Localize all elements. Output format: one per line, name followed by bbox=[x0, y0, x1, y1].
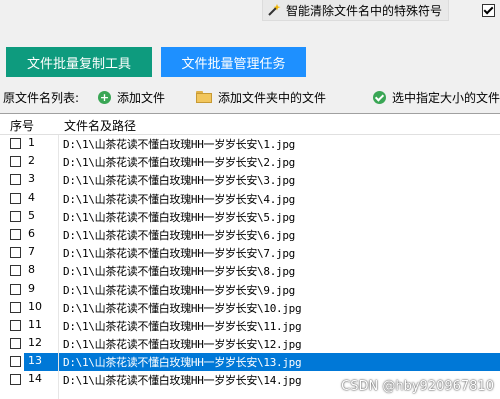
file-copy-tool-button[interactable]: 文件批量复制工具 bbox=[6, 47, 152, 77]
row-checkbox[interactable] bbox=[10, 356, 21, 368]
row-index: 11 bbox=[28, 317, 42, 331]
file-manage-task-button[interactable]: 文件批量管理任务 bbox=[161, 47, 306, 77]
table-row[interactable]: 2 D:\1\山茶花读不懂白玫瑰HH一岁岁长安\2.jpg bbox=[0, 153, 500, 171]
row-index: 8 bbox=[28, 263, 35, 277]
row-checkbox[interactable] bbox=[10, 156, 21, 168]
table-header: 序号 文件名及路径 bbox=[0, 114, 500, 135]
table-row[interactable]: 8 D:\1\山茶花读不懂白玫瑰HH一岁岁长安\8.jpg bbox=[0, 262, 500, 280]
select-by-size-button[interactable]: 选中指定大小的文件 bbox=[373, 88, 500, 106]
table-row[interactable]: 10 D:\1\山茶花读不懂白玫瑰HH一岁岁长安\10.jpg bbox=[0, 299, 500, 317]
row-path: D:\1\山茶花读不懂白玫瑰HH一岁岁长安\9.jpg bbox=[63, 283, 295, 297]
row-index: 3 bbox=[28, 172, 35, 186]
row-index: 9 bbox=[28, 281, 35, 295]
row-path: D:\1\山茶花读不懂白玫瑰HH一岁岁长安\12.jpg bbox=[63, 338, 302, 352]
row-path: D:\1\山茶花读不懂白玫瑰HH一岁岁长安\6.jpg bbox=[63, 228, 295, 242]
table-row[interactable]: 12 D:\1\山茶花读不懂白玫瑰HH一岁岁长安\12.jpg bbox=[0, 335, 500, 353]
row-path: D:\1\山茶花读不懂白玫瑰HH一岁岁长安\14.jpg bbox=[63, 374, 302, 388]
row-index: 1 bbox=[28, 136, 35, 149]
row-path: D:\1\山茶花读不懂白玫瑰HH一岁岁长安\8.jpg bbox=[63, 265, 295, 279]
row-checkbox[interactable] bbox=[10, 228, 21, 240]
row-index: 7 bbox=[28, 245, 35, 259]
smart-clean-checkbox[interactable] bbox=[482, 4, 495, 17]
row-checkbox[interactable] bbox=[10, 265, 21, 277]
add-folder-label: 添加文件夹中的文件 bbox=[218, 90, 327, 105]
check-circle-icon bbox=[373, 90, 386, 104]
row-index: 10 bbox=[28, 299, 42, 313]
row-index: 2 bbox=[28, 154, 35, 168]
smart-clean-option[interactable]: 智能清除文件名中的特殊符号 bbox=[262, 0, 450, 21]
smart-clean-label: 智能清除文件名中的特殊符号 bbox=[286, 3, 443, 18]
row-checkbox[interactable] bbox=[10, 319, 21, 331]
row-path: D:\1\山茶花读不懂白玫瑰HH一岁岁长安\1.jpg bbox=[63, 138, 295, 151]
file-list-table[interactable]: 序号 文件名及路径 1 D:\1\山茶花读不懂白玫瑰HH一岁岁长安\1.jpg 2 D… bbox=[0, 113, 500, 399]
row-checkbox[interactable] bbox=[10, 374, 21, 386]
select-by-size-label: 选中指定大小的文件 bbox=[392, 90, 500, 105]
row-path: D:\1\山茶花读不懂白玫瑰HH一岁岁长安\10.jpg bbox=[63, 301, 302, 315]
row-checkbox[interactable] bbox=[10, 174, 21, 186]
row-path: D:\1\山茶花读不懂白玫瑰HH一岁岁长安\3.jpg bbox=[63, 174, 295, 188]
row-path: D:\1\山茶花读不懂白玫瑰HH一岁岁长安\7.jpg bbox=[63, 247, 295, 261]
header-index[interactable]: 序号 bbox=[10, 117, 34, 134]
table-row[interactable]: 11 D:\1\山茶花读不懂白玫瑰HH一岁岁长安\11.jpg bbox=[0, 317, 500, 335]
table-row[interactable]: 13 D:\1\山茶花读不懂白玫瑰HH一岁岁长安\13.jpg bbox=[0, 353, 500, 372]
row-index: 13 bbox=[28, 354, 42, 368]
row-index: 4 bbox=[28, 190, 35, 204]
table-row[interactable]: 3 D:\1\山茶花读不懂白玫瑰HH一岁岁长安\3.jpg bbox=[0, 171, 500, 189]
add-file-label: 添加文件 bbox=[117, 90, 166, 105]
row-checkbox[interactable] bbox=[10, 192, 21, 204]
magic-wand-icon bbox=[268, 4, 281, 16]
row-checkbox[interactable] bbox=[10, 338, 21, 350]
table-rows: 1 D:\1\山茶花读不懂白玫瑰HH一岁岁长安\1.jpg 2 D:\1\山茶花读不懂… bbox=[0, 135, 500, 390]
table-row[interactable]: 7 D:\1\山茶花读不懂白玫瑰HH一岁岁长安\7.jpg bbox=[0, 244, 500, 262]
row-checkbox[interactable] bbox=[10, 247, 21, 259]
folder-icon bbox=[196, 90, 212, 104]
table-row[interactable]: 9 D:\1\山茶花读不懂白玫瑰HH一岁岁长安\9.jpg bbox=[0, 281, 500, 299]
add-folder-button[interactable]: 添加文件夹中的文件 bbox=[196, 88, 326, 106]
row-checkbox[interactable] bbox=[10, 210, 21, 222]
row-path: D:\1\山茶花读不懂白玫瑰HH一岁岁长安\5.jpg bbox=[63, 210, 295, 224]
row-checkbox[interactable] bbox=[10, 283, 21, 295]
row-checkbox[interactable] bbox=[10, 301, 21, 313]
row-index: 12 bbox=[28, 336, 42, 350]
row-path: D:\1\山茶花读不懂白玫瑰HH一岁岁长安\2.jpg bbox=[63, 156, 295, 170]
row-index: 6 bbox=[28, 226, 35, 240]
file-list-label: 原文件名列表: bbox=[3, 90, 80, 105]
row-index: 14 bbox=[28, 372, 42, 386]
row-checkbox[interactable] bbox=[10, 138, 21, 149]
row-path: D:\1\山茶花读不懂白玫瑰HH一岁岁长安\4.jpg bbox=[63, 192, 295, 206]
row-path: D:\1\山茶花读不懂白玫瑰HH一岁岁长安\13.jpg bbox=[63, 356, 302, 370]
header-path[interactable]: 文件名及路径 bbox=[64, 117, 136, 134]
table-row[interactable]: 1 D:\1\山茶花读不懂白玫瑰HH一岁岁长安\1.jpg bbox=[0, 135, 500, 153]
watermark: CSDN @hby920967810 bbox=[341, 379, 494, 394]
plus-icon: + bbox=[98, 90, 111, 104]
row-index: 5 bbox=[28, 208, 35, 222]
table-row[interactable]: 6 D:\1\山茶花读不懂白玫瑰HH一岁岁长安\6.jpg bbox=[0, 226, 500, 244]
add-file-button[interactable]: + 添加文件 bbox=[98, 88, 165, 106]
table-row[interactable]: 4 D:\1\山茶花读不懂白玫瑰HH一岁岁长安\4.jpg bbox=[0, 190, 500, 208]
table-row[interactable]: 5 D:\1\山茶花读不懂白玫瑰HH一岁岁长安\5.jpg bbox=[0, 208, 500, 226]
toolbar: 原文件名列表: + 添加文件 添加文件夹中的文件 选中指定大小的文件 bbox=[0, 88, 500, 106]
row-path: D:\1\山茶花读不懂白玫瑰HH一岁岁长安\11.jpg bbox=[63, 319, 302, 333]
